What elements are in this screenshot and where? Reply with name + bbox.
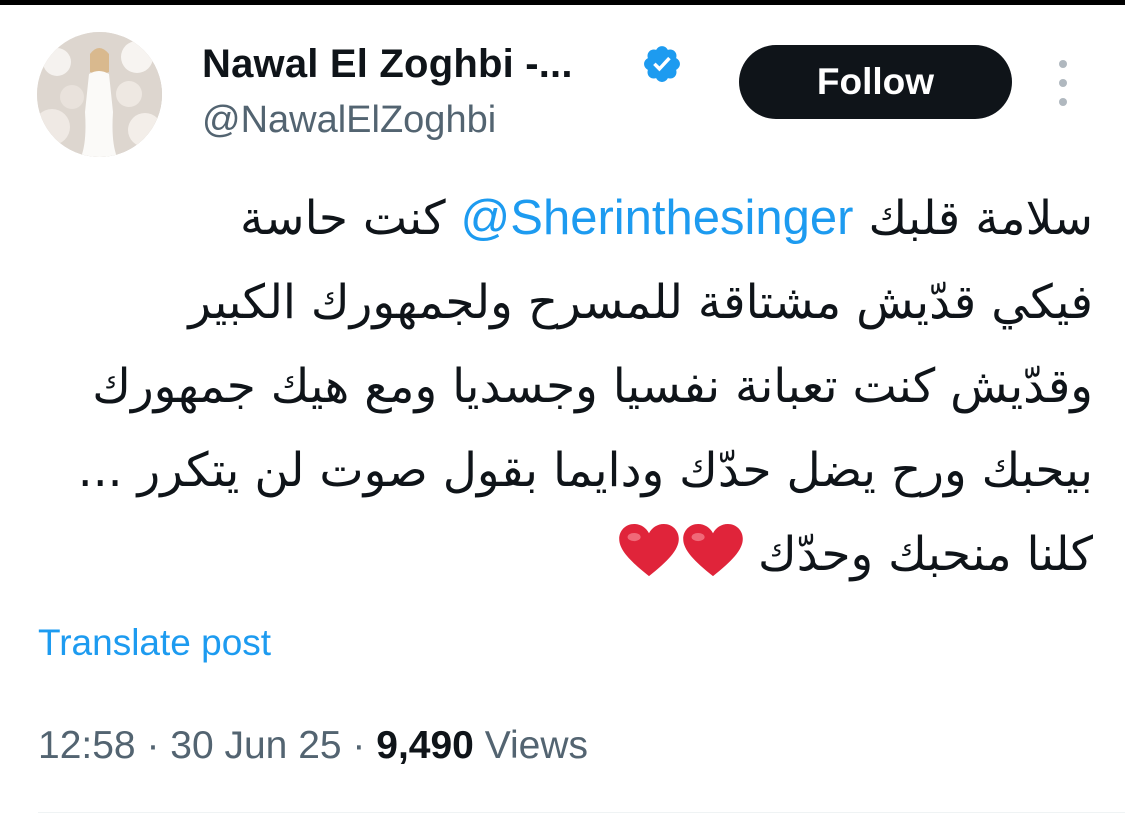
tweet-line-5: كلنا منحبك وحدّك xyxy=(38,513,1093,597)
tweet-line-3: وقدّيش كنت تعبانة نفسيا وجسديا ومع هيك ج… xyxy=(92,359,1093,414)
meta-separator: · xyxy=(135,724,171,767)
heart-emoji-icon xyxy=(619,524,679,577)
tweet-text-segment: كنت حاسة xyxy=(239,191,461,246)
translate-post-link[interactable]: Translate post xyxy=(38,622,271,664)
tweet-text-segment: كلنا منحبك وحدّك xyxy=(758,527,1093,582)
user-handle[interactable]: @NawalElZoghbi xyxy=(202,99,496,142)
tweet-line-1: سلامة قلبك @Sherinthesinger كنت حاسة xyxy=(38,176,1093,261)
verified-badge-icon[interactable] xyxy=(641,43,683,85)
meta-separator: · xyxy=(341,724,377,767)
mention-link[interactable]: @Sherinthesinger xyxy=(461,191,854,245)
views-count: 9,490 xyxy=(376,724,474,767)
more-dot xyxy=(1059,79,1067,87)
avatar-photo xyxy=(37,32,162,157)
divider xyxy=(38,812,1125,813)
heart-emoji-icon xyxy=(683,524,743,577)
tweet-meta: 12:58 · 30 Jun 25 · 9,490 Views xyxy=(38,724,588,768)
more-dot xyxy=(1059,98,1067,106)
display-name[interactable]: Nawal El Zoghbi -... xyxy=(202,42,573,87)
tweet-text: سلامة قلبك @Sherinthesinger كنت حاسة فيك… xyxy=(38,176,1093,597)
more-dot xyxy=(1059,60,1067,68)
tweet-text-segment: سلامة قلبك xyxy=(853,191,1093,246)
post-date[interactable]: 30 Jun 25 xyxy=(170,724,341,767)
tweet-line-2: فيكي قدّيش مشتاقة للمسرح ولجمهورك الكبير xyxy=(188,275,1093,330)
post-time[interactable]: 12:58 xyxy=(38,724,136,767)
tweet-card: Nawal El Zoghbi -... @NawalElZoghbi Foll… xyxy=(0,0,1125,827)
follow-button[interactable]: Follow xyxy=(739,45,1012,119)
tweet-line-4: بيحبك ورح يضل حدّك ودايما بقول صوت لن يت… xyxy=(77,443,1093,498)
avatar[interactable] xyxy=(37,32,162,157)
more-options-icon[interactable] xyxy=(1048,60,1078,106)
views-label: Views xyxy=(473,724,589,767)
